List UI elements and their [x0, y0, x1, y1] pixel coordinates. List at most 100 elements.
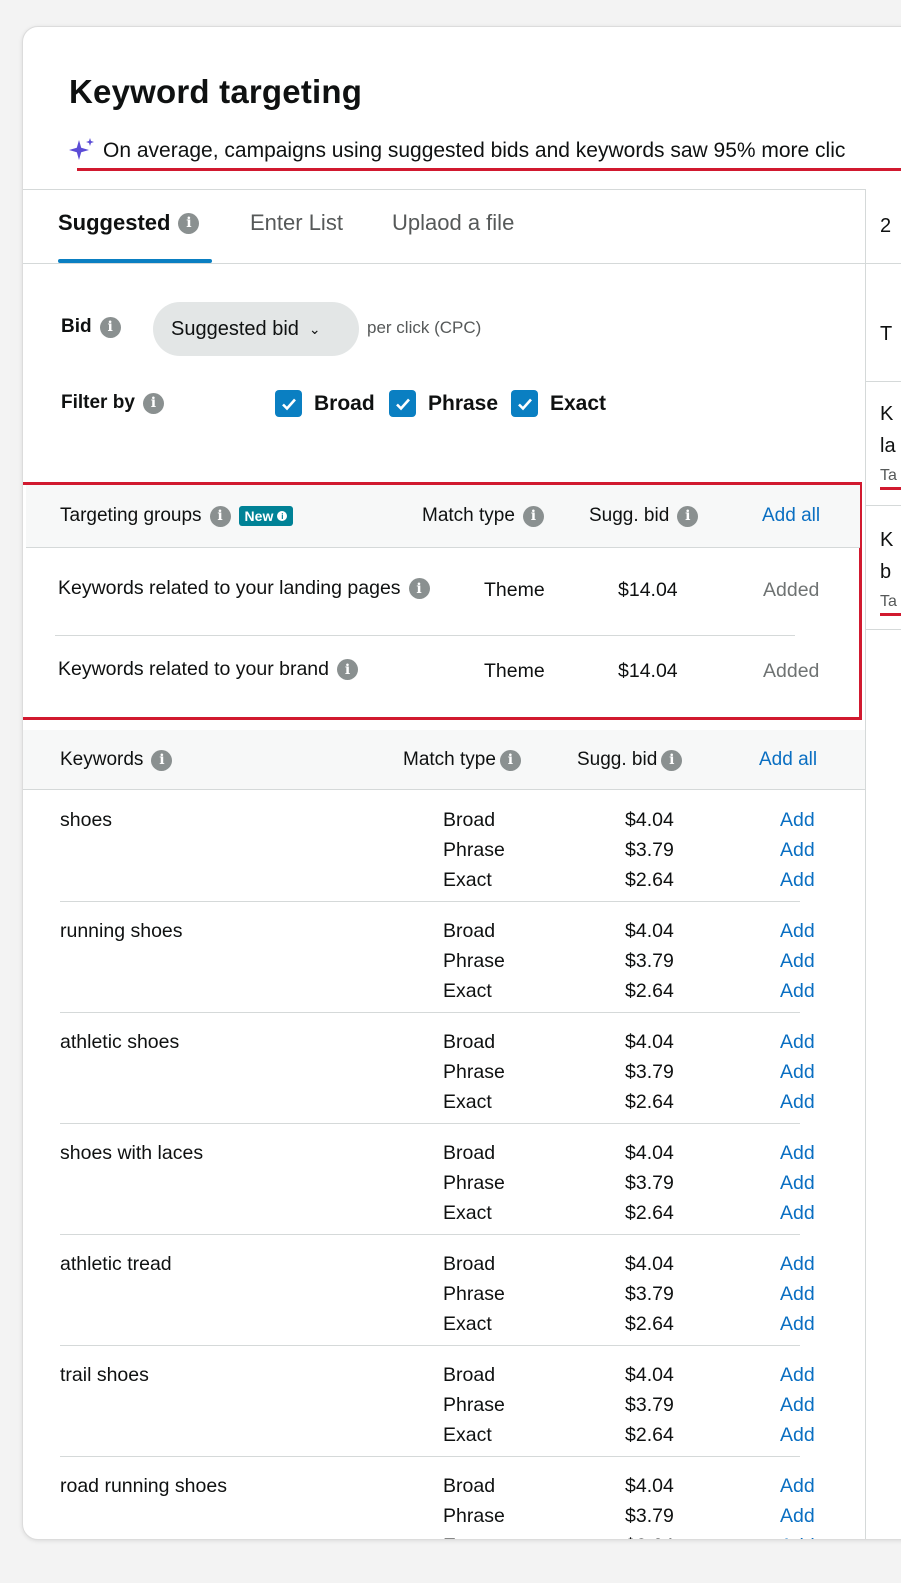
bid-select-value: Suggested bid — [171, 317, 299, 340]
keyword-sugg-bid: $4.04 — [625, 1253, 674, 1275]
targeting-group-name: Keywords related to your landing pages i — [58, 577, 430, 600]
match-type-heading-text: Match type — [422, 505, 515, 526]
add-keyword-link[interactable]: Add — [780, 1505, 815, 1528]
add-keyword-link[interactable]: Add — [780, 980, 815, 1003]
sugg-bid-heading-text: Sugg. bid — [577, 749, 658, 770]
bid-select[interactable]: Suggested bid ⌄ — [153, 302, 359, 356]
match-type-heading: Match type i — [403, 749, 521, 771]
keywords-heading: Keywords i — [60, 749, 173, 771]
targeting-groups-heading: Targeting groups i New i — [60, 505, 294, 527]
tab-enter-list[interactable]: Enter List — [250, 210, 343, 236]
checkbox-checked-icon[interactable] — [275, 390, 302, 417]
add-keyword-link[interactable]: Add — [780, 1142, 815, 1165]
keyword-match-type: Broad — [443, 1475, 496, 1497]
keyword-sugg-bid: $2.64 — [625, 1313, 674, 1335]
add-keyword-link[interactable]: Add — [780, 869, 815, 892]
targeting-group-row: Keywords related to your brand i Theme $… — [26, 642, 860, 722]
keyword-sugg-bid: $3.79 — [625, 1505, 674, 1527]
targeting-group-status: Added — [763, 579, 820, 601]
add-keyword-link[interactable]: Add — [780, 839, 815, 862]
keyword-sugg-bid: $3.79 — [625, 1283, 674, 1305]
highlight-underline — [880, 613, 901, 616]
keywords-header: Keywords i Match type i Sugg. bid i Add … — [23, 730, 865, 790]
tab-enter-list-label: Enter List — [250, 210, 343, 235]
info-icon[interactable]: i — [209, 505, 231, 527]
row-divider — [55, 635, 795, 636]
tab-upload-file-label: Uplaod a file — [392, 210, 515, 235]
targeting-group-name-text: Keywords related to your landing pages — [58, 577, 401, 599]
filter-broad-checkbox[interactable]: Broad — [275, 390, 375, 417]
promo-banner: On average, campaigns using suggested bi… — [67, 131, 901, 171]
row-divider — [866, 505, 901, 506]
keyword-match-type: Broad — [443, 1364, 496, 1386]
add-keyword-link[interactable]: Add — [780, 1061, 815, 1084]
keyword-match-type: Exact — [443, 1535, 492, 1539]
keyword-sugg-bid: $2.64 — [625, 1091, 674, 1113]
keyword-sugg-bid: $3.79 — [625, 950, 674, 972]
keyword-match-type: Phrase — [443, 1505, 505, 1527]
keyword-targeting-card: Keyword targeting On average, campaigns … — [22, 26, 901, 1540]
add-keyword-link[interactable]: Add — [780, 1364, 815, 1387]
filter-exact-checkbox[interactable]: Exact — [511, 390, 606, 417]
filter-phrase-checkbox[interactable]: Phrase — [389, 390, 498, 417]
keywords-add-all-link[interactable]: Add all — [759, 749, 817, 771]
keyword-sugg-bid: $2.64 — [625, 1202, 674, 1224]
info-icon[interactable]: i — [99, 316, 121, 338]
added-item-line2: la — [880, 435, 896, 457]
info-icon[interactable]: i — [522, 505, 544, 527]
add-keyword-link[interactable]: Add — [780, 1394, 815, 1417]
keyword-match-type: Phrase — [443, 950, 505, 972]
chevron-down-icon: ⌄ — [308, 320, 321, 337]
keyword-match-type: Broad — [443, 1142, 496, 1164]
keyword-match-type: Exact — [443, 980, 492, 1002]
add-keyword-link[interactable]: Add — [780, 1202, 815, 1225]
add-keyword-link[interactable]: Add — [780, 1424, 815, 1447]
info-icon[interactable]: i — [151, 749, 173, 771]
match-type-heading: Match type i — [422, 505, 544, 527]
add-keyword-link[interactable]: Add — [780, 1253, 815, 1276]
row-divider — [866, 381, 901, 382]
tab-upload-file[interactable]: Uplaod a file — [392, 210, 514, 236]
add-keyword-link[interactable]: Add — [780, 950, 815, 973]
add-keyword-link[interactable]: Add — [780, 920, 815, 943]
keyword-group: trail shoes Broad $4.04 Add Phrase $3.79 Add Ex… — [23, 1346, 865, 1457]
targeting-group-bid: $14.04 — [618, 579, 678, 601]
targeting-groups-heading-text: Targeting groups — [60, 505, 202, 526]
add-keyword-link[interactable]: Add — [780, 1283, 815, 1306]
targeting-groups-add-all-link[interactable]: Add all — [762, 505, 820, 527]
add-keyword-link[interactable]: Add — [780, 1031, 815, 1054]
promo-highlight-underline — [77, 168, 901, 171]
info-icon[interactable]: i — [408, 578, 430, 599]
add-keyword-link[interactable]: Add — [780, 1475, 815, 1498]
add-keyword-link[interactable]: Add — [780, 1313, 815, 1336]
info-icon[interactable]: i — [499, 749, 521, 771]
tab-suggested[interactable]: Suggested i — [58, 210, 200, 236]
filter-label: Filter by i — [61, 392, 164, 414]
new-badge: New i — [238, 506, 294, 526]
add-keyword-link[interactable]: Add — [780, 809, 815, 832]
info-icon[interactable]: i — [677, 505, 699, 527]
keyword-sugg-bid: $4.04 — [625, 1475, 674, 1497]
info-icon[interactable]: i — [336, 659, 358, 680]
bid-label-text: Bid — [61, 316, 92, 337]
keyword-text: athletic shoes — [60, 1031, 180, 1053]
keyword-match-type: Exact — [443, 1091, 492, 1113]
add-keyword-link[interactable]: Add — [780, 1535, 815, 1539]
new-badge-text: New — [244, 508, 274, 524]
bid-suffix: per click (CPC) — [367, 318, 482, 337]
sugg-bid-heading: Sugg. bid i — [589, 505, 699, 527]
add-keyword-link[interactable]: Add — [780, 1172, 815, 1195]
keyword-match-type: Phrase — [443, 839, 505, 861]
keyword-match-type: Broad — [443, 1031, 496, 1053]
added-item-line1: K — [880, 403, 894, 425]
active-tab-indicator — [58, 259, 212, 263]
add-keyword-link[interactable]: Add — [780, 1091, 815, 1114]
bid-label: Bid i — [61, 316, 121, 338]
info-icon[interactable]: i — [178, 212, 200, 234]
targeting-groups-header: Targeting groups i New i Match type i Su… — [26, 485, 860, 548]
keyword-match-type: Exact — [443, 1202, 492, 1224]
checkbox-checked-icon[interactable] — [511, 390, 538, 417]
info-icon[interactable]: i — [661, 749, 683, 771]
checkbox-checked-icon[interactable] — [389, 390, 416, 417]
info-icon[interactable]: i — [142, 392, 164, 414]
